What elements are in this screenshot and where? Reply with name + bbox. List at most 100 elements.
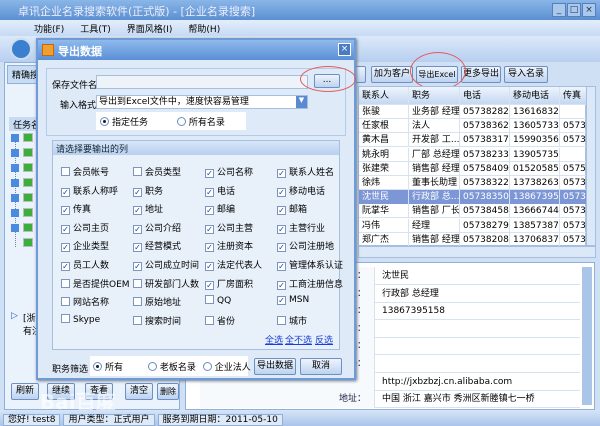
checkbox-icon[interactable]: ✓ xyxy=(205,280,214,290)
checkbox-icon[interactable]: ✓ xyxy=(205,206,214,216)
select-all-link[interactable]: 全选 xyxy=(265,333,283,346)
more-export-button[interactable]: 更多导出 xyxy=(461,66,501,83)
column-checkbox[interactable]: ✓ 公司名称 xyxy=(205,165,279,178)
column-header[interactable]: 联系人 xyxy=(359,87,409,105)
column-checkbox[interactable]: 原始地址 xyxy=(133,295,207,308)
table-row[interactable]: 冯伟经理05738279...13857387...0573 xyxy=(359,218,587,233)
checkbox-icon[interactable] xyxy=(133,167,142,176)
expand-plus-icon[interactable] xyxy=(11,149,19,157)
checkbox-icon[interactable]: ✓ xyxy=(133,206,142,216)
expand-plus-icon[interactable] xyxy=(11,209,19,217)
checkbox-icon[interactable]: ✓ xyxy=(205,169,214,178)
menu-style[interactable]: 界面风格(I) xyxy=(127,25,173,35)
column-checkbox[interactable]: Skype xyxy=(61,313,135,325)
column-header[interactable]: 职务 xyxy=(409,87,460,105)
refresh-button[interactable]: 刷新 xyxy=(11,383,39,400)
task-tree[interactable] xyxy=(9,133,39,263)
table-row[interactable]: 黄木昌开发部 工...05738317...15990356...0573 xyxy=(359,133,587,148)
checkbox-icon[interactable] xyxy=(61,278,70,288)
column-checkbox[interactable]: 网站名称 xyxy=(61,295,135,308)
tree-node[interactable] xyxy=(11,208,39,218)
checkbox-icon[interactable]: ✓ xyxy=(277,224,286,234)
detail-scrollbar[interactable] xyxy=(582,267,592,405)
checkbox-icon[interactable]: ✓ xyxy=(205,262,214,271)
checkbox-icon[interactable]: ✓ xyxy=(277,169,286,178)
column-checkbox[interactable]: ✓ 邮编 xyxy=(205,202,279,216)
column-header[interactable]: 移动电话 xyxy=(510,87,560,105)
column-checkbox[interactable]: ✓ 地址 xyxy=(133,202,207,216)
invert-selection-link[interactable]: 反选 xyxy=(315,333,333,346)
grid-horizontal-scrollbar[interactable] xyxy=(358,246,596,258)
checkbox-icon[interactable] xyxy=(61,167,70,176)
export-data-button[interactable]: 导出数据 xyxy=(254,358,296,375)
radio-all-records[interactable]: 所有名录 xyxy=(176,117,225,128)
checkbox-icon[interactable]: ✓ xyxy=(61,243,70,253)
radio-all[interactable]: 所有 xyxy=(93,362,123,373)
checkbox-icon[interactable]: ✓ xyxy=(205,224,214,234)
checkbox-icon[interactable]: ✓ xyxy=(133,187,142,197)
checkbox-icon[interactable]: ✓ xyxy=(277,262,286,271)
table-row[interactable]: 姚永明厂部 总经理05738233...13905735... xyxy=(359,147,587,162)
import-list-button[interactable]: 导入名录 xyxy=(504,66,548,83)
column-header[interactable]: 传真 xyxy=(560,87,587,105)
checkbox-icon[interactable]: ✓ xyxy=(277,206,286,216)
checkbox-icon[interactable]: ✓ xyxy=(277,187,286,197)
menu-help[interactable]: 帮助(H) xyxy=(188,25,220,35)
add-customer-button[interactable]: 加为客户 xyxy=(371,66,413,83)
expand-plus-icon[interactable] xyxy=(11,134,19,142)
column-checkbox[interactable]: 搜索时间 xyxy=(133,314,207,327)
column-checkbox[interactable]: ✓ 职务 xyxy=(133,184,207,197)
column-checkbox[interactable]: ✓ 邮箱 xyxy=(277,202,351,216)
cancel-button[interactable]: 取消 xyxy=(300,358,342,375)
column-checkbox[interactable]: ✓ 注册资本 xyxy=(205,239,279,253)
expand-plus-icon[interactable] xyxy=(11,179,19,187)
column-checkbox[interactable]: ✓ 传真 xyxy=(61,202,135,216)
tree-node[interactable] xyxy=(11,148,39,158)
checkbox-icon[interactable]: ✓ xyxy=(205,187,214,197)
column-checkbox[interactable]: ✓ 联系人姓名 xyxy=(277,165,351,178)
checkbox-icon[interactable]: ✓ xyxy=(133,224,142,234)
close-button[interactable]: × xyxy=(582,3,596,17)
column-checkbox[interactable]: ✓ 公司成立时间 xyxy=(133,258,207,271)
column-checkbox[interactable]: 省份 xyxy=(205,314,279,327)
column-checkbox[interactable]: ✓ 管理体系认证 xyxy=(277,258,351,271)
maximize-button[interactable]: □ xyxy=(567,3,581,17)
checkbox-icon[interactable]: ✓ xyxy=(277,243,286,253)
radio-legal-person[interactable]: 企业法人 xyxy=(202,362,251,373)
checkbox-icon[interactable] xyxy=(205,315,214,325)
column-checkbox[interactable]: ✓ 公司主页 xyxy=(61,221,135,234)
column-checkbox[interactable]: 研发部门人数 xyxy=(133,277,207,290)
delete-button[interactable]: 删除 xyxy=(157,383,179,400)
results-grid[interactable]: 联系人 职务 电话 移动电话 传真 张骏业务部 经理05738282...136… xyxy=(358,86,587,247)
tree-node[interactable] xyxy=(11,223,39,233)
column-checkbox[interactable]: 是否提供OEM xyxy=(61,277,135,290)
column-checkbox[interactable]: ✓ 员工人数 xyxy=(61,258,135,271)
checkbox-icon[interactable] xyxy=(133,315,142,325)
select-none-link[interactable]: 全不选 xyxy=(285,333,312,346)
radio-boss-list[interactable]: 老板名录 xyxy=(147,362,196,373)
table-row[interactable]: 张建荣销售部 经理05758409...01520585...0575 xyxy=(359,161,587,176)
column-checkbox[interactable]: ✓ 公司介绍 xyxy=(133,221,207,234)
column-checkbox[interactable]: 会员类型 xyxy=(133,165,207,178)
clear-button[interactable]: 清空 xyxy=(125,383,153,400)
expand-plus-icon[interactable] xyxy=(11,164,19,172)
column-checkbox[interactable]: ✓ 公司主营 xyxy=(205,221,279,234)
expand-plus-icon[interactable] xyxy=(11,194,19,202)
column-checkbox[interactable]: ✓ 经营模式 xyxy=(133,239,207,253)
grid-vertical-scrollbar[interactable] xyxy=(586,86,596,246)
checkbox-icon[interactable] xyxy=(133,297,142,307)
checkbox-icon[interactable]: ✓ xyxy=(61,224,70,234)
column-checkbox[interactable]: ✓ 电话 xyxy=(205,184,279,197)
checkbox-icon[interactable] xyxy=(133,278,142,288)
table-row[interactable]: 沈世民行政部 总...05738350...13867395...0573 xyxy=(359,190,587,205)
column-checkbox[interactable]: ✓ 企业类型 xyxy=(61,239,135,253)
column-header[interactable]: 电话 xyxy=(460,87,510,105)
table-row[interactable]: 阮掌华销售部 厂长05738458...13666744...0573 xyxy=(359,204,587,219)
checkbox-icon[interactable] xyxy=(277,315,286,325)
column-checkbox[interactable]: 城市 xyxy=(277,314,351,327)
checkbox-icon[interactable] xyxy=(61,313,70,323)
expand-icon[interactable]: ▷ xyxy=(11,311,18,321)
checkbox-icon[interactable]: ✓ xyxy=(61,187,70,197)
checkbox-icon[interactable] xyxy=(205,295,214,305)
expand-plus-icon[interactable] xyxy=(11,224,19,232)
